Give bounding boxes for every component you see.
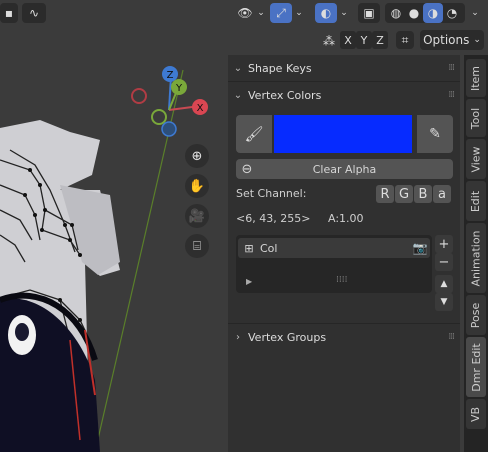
vertex-groups-title: Vertex Groups [248,330,327,344]
mirror-icon[interactable]: ⁂ [320,31,338,51]
brush-icon[interactable]: 🖌 [236,115,272,153]
options-label: Options [423,33,470,47]
mirror-y-button[interactable]: Y [356,31,372,49]
chevron-down-icon: ⌄ [473,35,481,45]
shape-keys-header[interactable]: ⌄ Shape Keys ⁞⁞⁞ [228,55,460,81]
clear-alpha-label: Clear Alpha [312,162,377,176]
eyedropper-icon[interactable]: ✎ [417,115,453,153]
channel-b-button[interactable]: B [414,185,432,203]
pan-hand-icon[interactable]: ✋ [185,174,209,198]
tab-label: VB [469,406,483,422]
material-shading-icon[interactable]: ◑ [423,3,443,23]
tab-label: Item [469,65,483,91]
overlays-icon[interactable]: ◐ [315,3,337,23]
tab-edit[interactable]: Edit [466,181,486,221]
navigation-gizmo[interactable]: Z Y X [128,64,218,144]
minus-circle-icon: ⊖ [241,161,253,177]
vertex-colors-header[interactable]: ⌄ Vertex Colors ⁞⁞⁞ [228,82,460,108]
tab-label: Dmr Edit [469,342,483,392]
tab-vb[interactable]: VB [466,399,486,429]
mirror-z-button[interactable]: Z [372,31,388,49]
vertex-color-list: ⊞ Col 📷 ▶ ⁞⁞⁞⁞ [236,235,432,293]
xray-icon[interactable]: ▣ [358,3,380,23]
channel-g-button[interactable]: G [395,185,413,203]
alpha-value: A:1.00 [328,212,364,225]
sidebar-tabs: Item Tool View Edit Animation Pose Dmr E… [464,55,488,452]
solid-shading-icon[interactable]: ● [405,3,423,23]
tab-pose[interactable]: Pose [466,295,486,335]
tab-label: View [469,145,483,173]
tab-label: Tool [469,107,483,129]
gizmo-z-label: Z [167,70,174,81]
clear-alpha-button[interactable]: ⊖ Clear Alpha [236,159,453,179]
filter-expand-icon[interactable]: ▶ [246,277,252,286]
gizmo-icon[interactable]: ⤢ [270,3,292,23]
camera-icon[interactable]: 🎥 [185,204,209,228]
vertex-color-icon: ⊞ [244,241,254,255]
move-down-button[interactable]: ▼ [435,293,453,311]
tab-view[interactable]: View [466,139,486,179]
eye-icon[interactable]: 👁 [234,3,256,23]
options-dropdown[interactable]: Options ⌄ [420,30,484,50]
tab-animation[interactable]: Animation [466,223,486,293]
drag-handle-icon[interactable]: ⁞⁞⁞ [448,90,455,100]
chevron-down-icon[interactable]: ⌄ [256,3,266,23]
mirror-x-button[interactable]: X [340,31,356,49]
tab-dmr-edit[interactable]: Dmr Edit [466,337,486,397]
tab-label: Edit [469,190,483,212]
zoom-icon[interactable]: ⊕ [185,144,209,168]
chevron-down-icon[interactable]: ⌄ [468,3,482,23]
wireframe-shading-icon[interactable]: ◍ [387,3,405,23]
vertex-colors-title: Vertex Colors [248,88,322,102]
list-item[interactable]: ⊞ Col 📷 [238,238,430,258]
viewport-header: ▪ ∿ 👁 ⌄ ⤢ ⌄ ◐ ⌄ ▣ ◍ ● ◑ ◔ ⌄ [0,0,488,26]
channel-a-button[interactable]: a [433,185,451,203]
gizmo-y-label: Y [175,83,183,94]
channel-r-button[interactable]: R [376,185,394,203]
shape-keys-title: Shape Keys [248,61,312,75]
sidebar-panel: ⌄ Shape Keys ⁞⁞⁞ ⌄ Vertex Colors ⁞⁞⁞ 🖌 ✎… [228,55,460,452]
gizmo-x-label: X [197,103,204,114]
drag-handle-icon[interactable]: ⁞⁞⁞ [448,332,455,342]
remove-layer-button[interactable]: − [435,253,453,271]
rendered-shading-icon[interactable]: ◔ [443,3,461,23]
chevron-right-icon: › [236,331,240,343]
set-channel-label: Set Channel: [236,187,307,200]
chevron-down-icon: ⌄ [233,62,243,74]
tab-label: Pose [469,302,483,328]
snap-icon[interactable]: ⌗ [396,31,414,49]
overlay-toggle[interactable]: ▪ [0,3,18,23]
chevron-down-icon: ⌄ [233,89,243,101]
move-up-button[interactable]: ▲ [435,275,453,293]
graph-icon[interactable]: ∿ [22,3,46,23]
color-swatch[interactable] [274,115,412,153]
chevron-down-icon[interactable]: ⌄ [339,3,349,23]
layer-name: Col [260,241,278,255]
resize-grip-icon[interactable]: ⁞⁞⁞⁞ [336,275,347,285]
vertex-groups-header[interactable]: › Vertex Groups ⁞⁞⁞ [228,324,460,350]
drag-handle-icon[interactable]: ⁞⁞⁞ [448,63,455,73]
grid-perspective-icon[interactable]: ⌸ [185,234,209,258]
tab-tool[interactable]: Tool [466,99,486,137]
tab-item[interactable]: Item [466,59,486,97]
camera-render-icon[interactable]: 📷 [410,241,430,255]
chevron-down-icon[interactable]: ⌄ [294,3,304,23]
tab-label: Animation [469,229,483,287]
add-layer-button[interactable]: + [435,235,453,253]
color-value: <6, 43, 255> [236,212,311,225]
